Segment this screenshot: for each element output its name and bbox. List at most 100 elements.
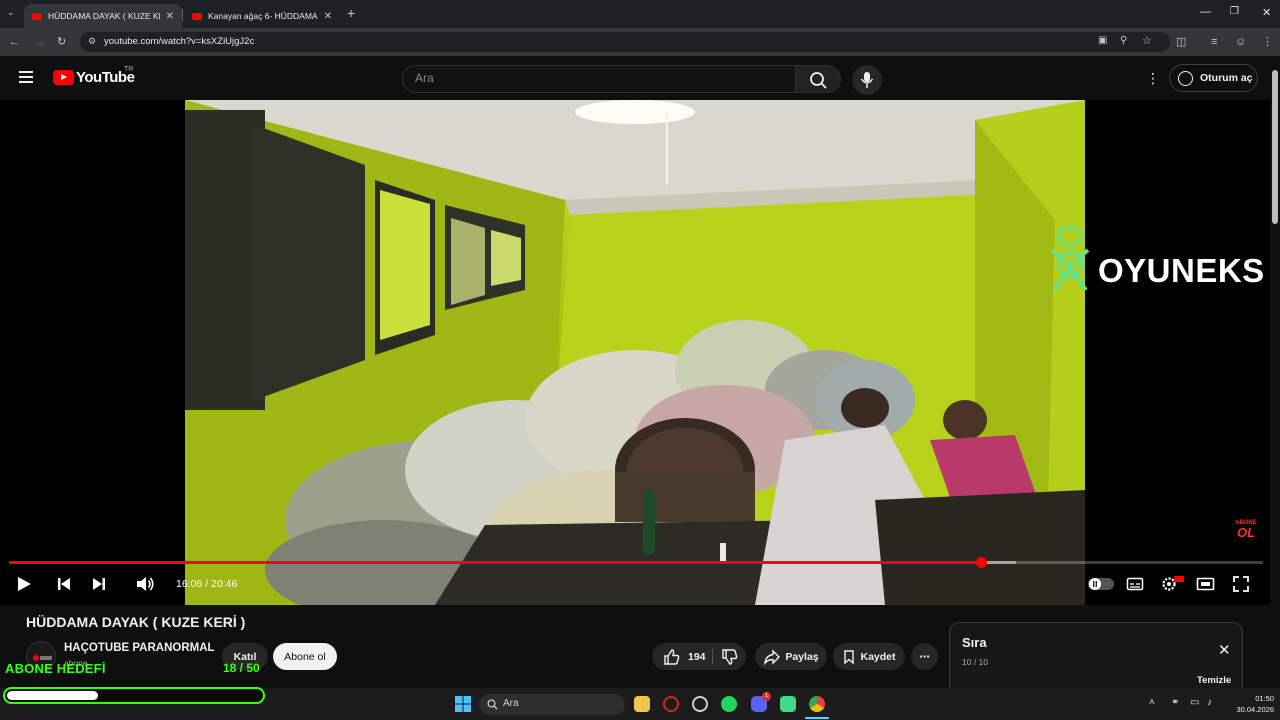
- sign-in-label: Oturum aç: [1200, 72, 1253, 84]
- time-current: 16:06: [176, 578, 203, 590]
- new-tab-plus-icon[interactable]: +: [347, 5, 355, 21]
- time-display: 16:06 / 20:46: [176, 578, 237, 590]
- video-player[interactable]: OYUNEKS ABONE OL 16:06 / 20:46: [0, 100, 1270, 605]
- time-separator: /: [202, 578, 212, 590]
- share-button[interactable]: Paylaş: [755, 643, 827, 670]
- queue-clear-button[interactable]: Temizle: [1197, 675, 1231, 686]
- tray-microphone-icon[interactable]: ⚭: [1171, 697, 1179, 708]
- active-app-indicator: [805, 717, 829, 719]
- oyuneks-logo-icon: [1050, 225, 1090, 292]
- tab-title: Kanayan ağaç 6- HÜDDAMA h: [208, 11, 318, 21]
- media-controls-icon[interactable]: ≡: [1211, 35, 1217, 49]
- settings-more-icon[interactable]: ⋮: [1146, 70, 1160, 87]
- youtube-logo-icon[interactable]: [53, 70, 74, 85]
- windows-start-icon[interactable]: [455, 696, 471, 712]
- scrollbar-thumb[interactable]: [1272, 70, 1278, 224]
- youtube-header: YouTube TR ⋮ Oturum aç: [0, 56, 1280, 100]
- autoplay-toggle[interactable]: [1088, 577, 1114, 591]
- more-horizontal-icon: ⋯: [919, 650, 930, 663]
- fullscreen-icon[interactable]: [1232, 575, 1250, 593]
- queue-close-icon[interactable]: ✕: [1218, 641, 1231, 659]
- reload-icon[interactable]: ↻: [57, 35, 66, 49]
- volume-icon[interactable]: [135, 575, 155, 593]
- bookmark-star-icon[interactable]: ☆: [1142, 34, 1152, 47]
- android-app-icon[interactable]: [780, 696, 796, 712]
- voice-search-button[interactable]: [852, 65, 882, 95]
- browser-tab-strip: ⌄ HÜDDAMA DAYAK ( KUZE KERİ ✕ Kanayan ağ…: [0, 0, 1280, 28]
- spotify-icon[interactable]: [721, 696, 737, 712]
- dislike-thumb-down-icon[interactable]: [720, 648, 738, 666]
- taskbar-search-label: Ara: [503, 698, 519, 709]
- settings-gear-icon[interactable]: [1160, 575, 1184, 593]
- tab-second-video[interactable]: Kanayan ağaç 6- HÜDDAMA h ✕: [184, 4, 340, 28]
- back-arrow-icon[interactable]: ←: [9, 35, 20, 49]
- save-button[interactable]: Kaydet: [833, 643, 905, 670]
- tray-overflow-chevron-icon[interactable]: ˄: [1149, 697, 1155, 708]
- tab-close-icon[interactable]: ✕: [166, 11, 174, 22]
- microphone-icon: [860, 72, 874, 88]
- country-code: TR: [124, 66, 134, 73]
- taskbar-clock[interactable]: 01:50 30.04.2026: [1228, 693, 1274, 715]
- time-total: 20:46: [211, 578, 238, 590]
- progress-played: [9, 561, 981, 564]
- tab-close-icon[interactable]: ✕: [324, 11, 332, 22]
- share-arrow-icon: [764, 648, 781, 665]
- window-close-icon[interactable]: ✕: [1262, 6, 1271, 19]
- address-bar[interactable]: ⚙ youtube.com/watch?v=ksXZiUjgJ2c ▣ ⚲ ☆: [80, 32, 1170, 52]
- taskbar-search-icon: [487, 699, 498, 710]
- tray-speaker-icon[interactable]: ♪: [1207, 697, 1212, 708]
- subscriber-goal-bar: [3, 687, 265, 704]
- tab-search-chevron-icon[interactable]: ⌄: [7, 7, 15, 18]
- url-text[interactable]: youtube.com/watch?v=ksXZiUjgJ2c: [104, 36, 254, 47]
- progress-scrubber-handle[interactable]: [975, 557, 987, 568]
- search-button[interactable]: [795, 65, 841, 93]
- youtube-favicon-icon: [32, 12, 42, 20]
- cast-icon[interactable]: ▣: [1098, 35, 1107, 46]
- restore-icon[interactable]: ❐: [1230, 6, 1239, 17]
- taskbar-search[interactable]: Ara: [479, 694, 625, 715]
- zoom-icon[interactable]: ⚲: [1120, 35, 1127, 46]
- previous-icon[interactable]: [56, 575, 72, 593]
- search-input[interactable]: [415, 71, 775, 85]
- file-explorer-icon[interactable]: [634, 696, 650, 712]
- video-progress-bar[interactable]: [9, 557, 1263, 568]
- forward-arrow-icon[interactable]: →: [34, 35, 45, 49]
- subscribe-badge-bottom: OL: [1236, 525, 1256, 540]
- share-label: Paylaş: [785, 650, 819, 663]
- site-info-icon[interactable]: ⚙: [88, 36, 96, 47]
- clock-date: 30.04.2026: [1236, 705, 1274, 714]
- like-divider: [712, 649, 713, 664]
- tray-network-icon[interactable]: ▭: [1190, 697, 1199, 708]
- menu-hamburger-icon[interactable]: [19, 71, 33, 83]
- theater-mode-icon[interactable]: [1196, 575, 1216, 593]
- chrome-icon[interactable]: [809, 696, 825, 712]
- profile-icon[interactable]: ☺: [1235, 35, 1246, 49]
- subscribe-button[interactable]: Abone ol: [273, 643, 337, 670]
- sign-in-button[interactable]: Oturum aç: [1169, 64, 1258, 92]
- steam-icon[interactable]: [692, 696, 708, 712]
- captions-icon[interactable]: [1126, 575, 1144, 593]
- video-frame: [185, 100, 1085, 605]
- search-box[interactable]: [402, 65, 796, 93]
- like-thumb-up-icon[interactable]: [662, 648, 680, 666]
- subscriber-goal-fill: [7, 691, 99, 700]
- channel-watermark-text: OYUNEKS: [1098, 252, 1265, 289]
- browser-toolbar: ← → ↻ ⚙ youtube.com/watch?v=ksXZiUjgJ2c …: [0, 28, 1280, 56]
- like-count: 194: [688, 650, 706, 663]
- more-actions-button[interactable]: ⋯: [911, 643, 938, 670]
- extensions-icon[interactable]: ◫: [1176, 35, 1186, 49]
- tab-active-video[interactable]: HÜDDAMA DAYAK ( KUZE KERİ ✕: [24, 4, 182, 28]
- like-dislike-group: 194: [652, 643, 746, 670]
- discord-notification-badge: 1: [762, 692, 771, 701]
- channel-name[interactable]: HAÇOTUBE PARANORMAL: [64, 642, 215, 654]
- opera-browser-icon[interactable]: [663, 696, 679, 712]
- video-scene-image: [185, 100, 1085, 605]
- page-scrollbar[interactable]: [1270, 62, 1280, 622]
- browser-menu-icon[interactable]: ⋮: [1262, 35, 1273, 49]
- minimize-icon[interactable]: —: [1200, 6, 1211, 18]
- subscriber-goal-title: ABONE HEDEFİ: [5, 661, 106, 676]
- play-icon[interactable]: [16, 575, 32, 593]
- tab-title: HÜDDAMA DAYAK ( KUZE KERİ: [48, 11, 160, 21]
- subscribe-badge-overlay: ABONE OL: [1230, 520, 1262, 544]
- next-icon[interactable]: [91, 575, 107, 593]
